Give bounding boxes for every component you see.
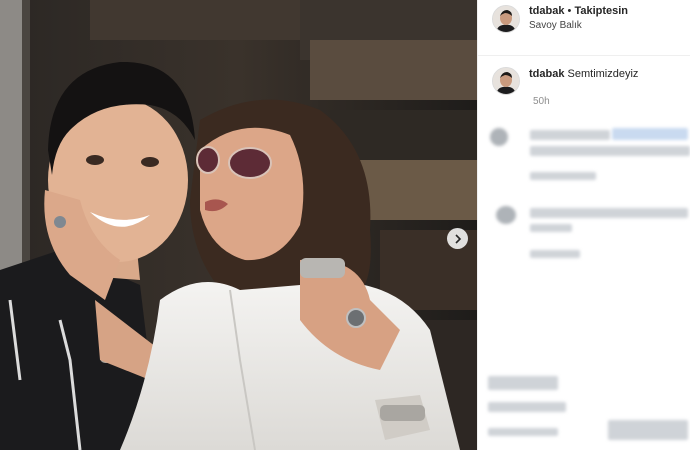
blurred-avatar [490,128,508,146]
post-photo[interactable] [0,0,477,450]
blurred-avatar [496,206,516,224]
blurred-meta [530,250,580,258]
blurred-meta [530,172,596,180]
blurred-text [530,146,690,156]
photo-illustration [0,0,477,450]
post-sidebar: tdabak • Takiptesin Savoy Balık tdabak S… [477,0,690,450]
location-link[interactable]: Savoy Balık [529,20,582,31]
blurred-text [530,130,610,140]
chevron-right-icon [454,233,461,244]
post-header: tdabak • Takiptesin Savoy Balık [478,0,690,56]
blurred-text [612,128,688,140]
blurred-comment-input [608,420,688,440]
next-photo-button[interactable] [447,228,468,249]
caption-body: Semtimizdeyiz [567,68,639,80]
caption-timestamp[interactable]: 50h [533,96,550,107]
profile-avatar-icon[interactable] [492,5,520,33]
caption-text: tdabak Semtimizdeyiz [529,68,638,80]
header-username[interactable]: tdabak [529,5,564,17]
caption-username[interactable]: tdabak [529,68,564,80]
instagram-post: tdabak • Takiptesin Savoy Balık tdabak S… [0,0,690,450]
follow-status-button[interactable]: Takiptesin [574,5,628,17]
header-separator: • [564,5,575,17]
blurred-actions [488,376,558,390]
blurred-text [530,224,572,232]
blurred-likes [488,402,566,412]
blurred-text [530,208,688,218]
header-line: tdabak • Takiptesin [529,5,628,17]
blurred-date [488,428,558,436]
caption-avatar-icon[interactable] [492,67,520,95]
